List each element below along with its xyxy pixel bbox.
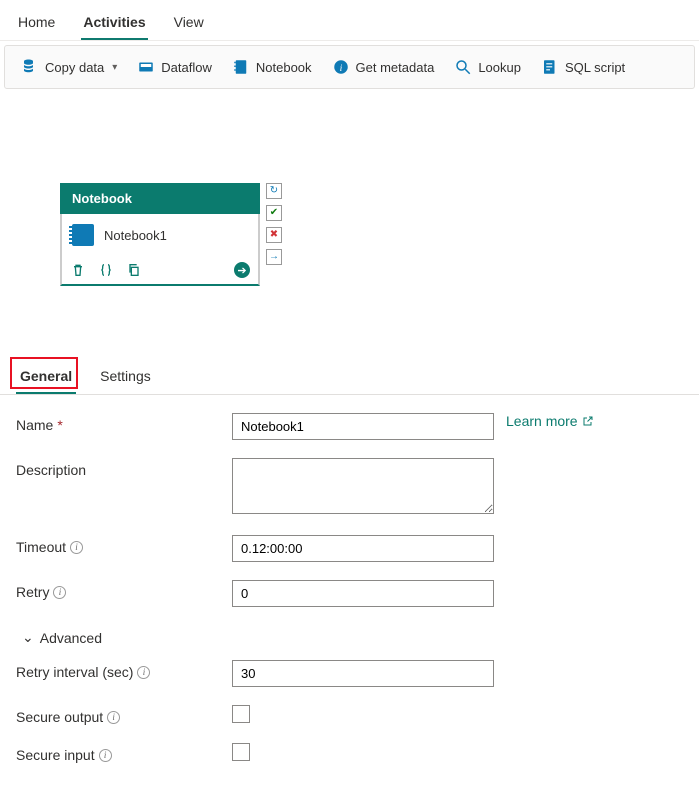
info-icon[interactable]: i (107, 711, 120, 724)
tab-home[interactable]: Home (16, 8, 57, 40)
activities-toolbar: Copy data ▾ Dataflow Notebook i Get meta… (4, 45, 695, 89)
top-tabs: Home Activities View (0, 0, 699, 41)
retry-label: Retry i (16, 580, 232, 600)
activity-type-label: Notebook (60, 183, 260, 214)
handle-success-icon[interactable]: ✔ (266, 205, 282, 221)
notebook-icon (72, 224, 94, 246)
info-icon[interactable]: i (137, 666, 150, 679)
dataflow-label: Dataflow (161, 60, 212, 75)
info-icon[interactable]: i (53, 586, 66, 599)
chevron-down-icon: ▾ (112, 62, 117, 73)
tab-general[interactable]: General (16, 360, 76, 394)
copy-data-label: Copy data (45, 60, 104, 75)
secure-output-label: Secure output i (16, 705, 232, 725)
pipeline-canvas[interactable]: Notebook Notebook1 ➔ ↻ ✔ ✖ → (0, 93, 699, 356)
retry-input[interactable] (232, 580, 494, 607)
run-arrow-icon[interactable]: ➔ (234, 262, 250, 278)
notebook-label: Notebook (256, 60, 312, 75)
notebook-button[interactable]: Notebook (230, 56, 314, 78)
name-label: Name * (16, 413, 232, 433)
secure-input-label: Secure input i (16, 743, 232, 763)
info-icon[interactable]: i (99, 749, 112, 762)
advanced-toggle[interactable]: ⌄ Advanced (16, 625, 683, 660)
sql-script-button[interactable]: SQL script (539, 56, 627, 78)
description-label: Description (16, 458, 232, 478)
info-icon[interactable]: i (70, 541, 83, 554)
external-link-icon (582, 415, 594, 427)
general-form: Name * Learn more Description Timeout i … (0, 395, 699, 799)
timeout-input[interactable] (232, 535, 494, 562)
copy-data-button[interactable]: Copy data ▾ (19, 56, 119, 78)
chevron-down-icon: ⌄ (22, 629, 34, 646)
retry-interval-label: Retry interval (sec) i (16, 660, 232, 680)
activity-node[interactable]: Notebook Notebook1 ➔ ↻ ✔ ✖ → (60, 183, 260, 286)
description-input[interactable] (232, 458, 494, 514)
name-input[interactable] (232, 413, 494, 440)
search-icon (454, 58, 472, 76)
secure-input-checkbox[interactable] (232, 743, 250, 761)
handle-failure-icon[interactable]: ✖ (266, 227, 282, 243)
sql-script-icon (541, 58, 559, 76)
copy-icon[interactable] (126, 262, 142, 278)
activity-actions: ➔ (60, 256, 260, 286)
activity-title: Notebook1 (104, 228, 167, 243)
delete-icon[interactable] (70, 262, 86, 278)
activity-handles: ↻ ✔ ✖ → (266, 183, 282, 265)
get-metadata-label: Get metadata (356, 60, 435, 75)
tab-view[interactable]: View (172, 8, 206, 40)
svg-text:i: i (339, 63, 342, 74)
lookup-button[interactable]: Lookup (452, 56, 523, 78)
required-asterisk: * (57, 417, 62, 433)
timeout-label: Timeout i (16, 535, 232, 555)
notebook-icon (232, 58, 250, 76)
dataflow-button[interactable]: Dataflow (135, 56, 214, 78)
sql-script-label: SQL script (565, 60, 625, 75)
learn-more-link[interactable]: Learn more (506, 413, 594, 429)
copy-data-icon (21, 58, 39, 76)
property-tabs: General Settings (0, 360, 699, 395)
handle-skip-icon[interactable]: → (266, 249, 282, 265)
activity-body: Notebook1 (60, 214, 260, 256)
code-braces-icon[interactable] (98, 262, 114, 278)
get-metadata-button[interactable]: i Get metadata (330, 56, 437, 78)
retry-interval-input[interactable] (232, 660, 494, 687)
tab-settings[interactable]: Settings (96, 360, 155, 394)
lookup-label: Lookup (478, 60, 521, 75)
tab-activities[interactable]: Activities (81, 8, 147, 40)
secure-output-checkbox[interactable] (232, 705, 250, 723)
info-icon: i (332, 58, 350, 76)
handle-redo-icon[interactable]: ↻ (266, 183, 282, 199)
dataflow-icon (137, 58, 155, 76)
